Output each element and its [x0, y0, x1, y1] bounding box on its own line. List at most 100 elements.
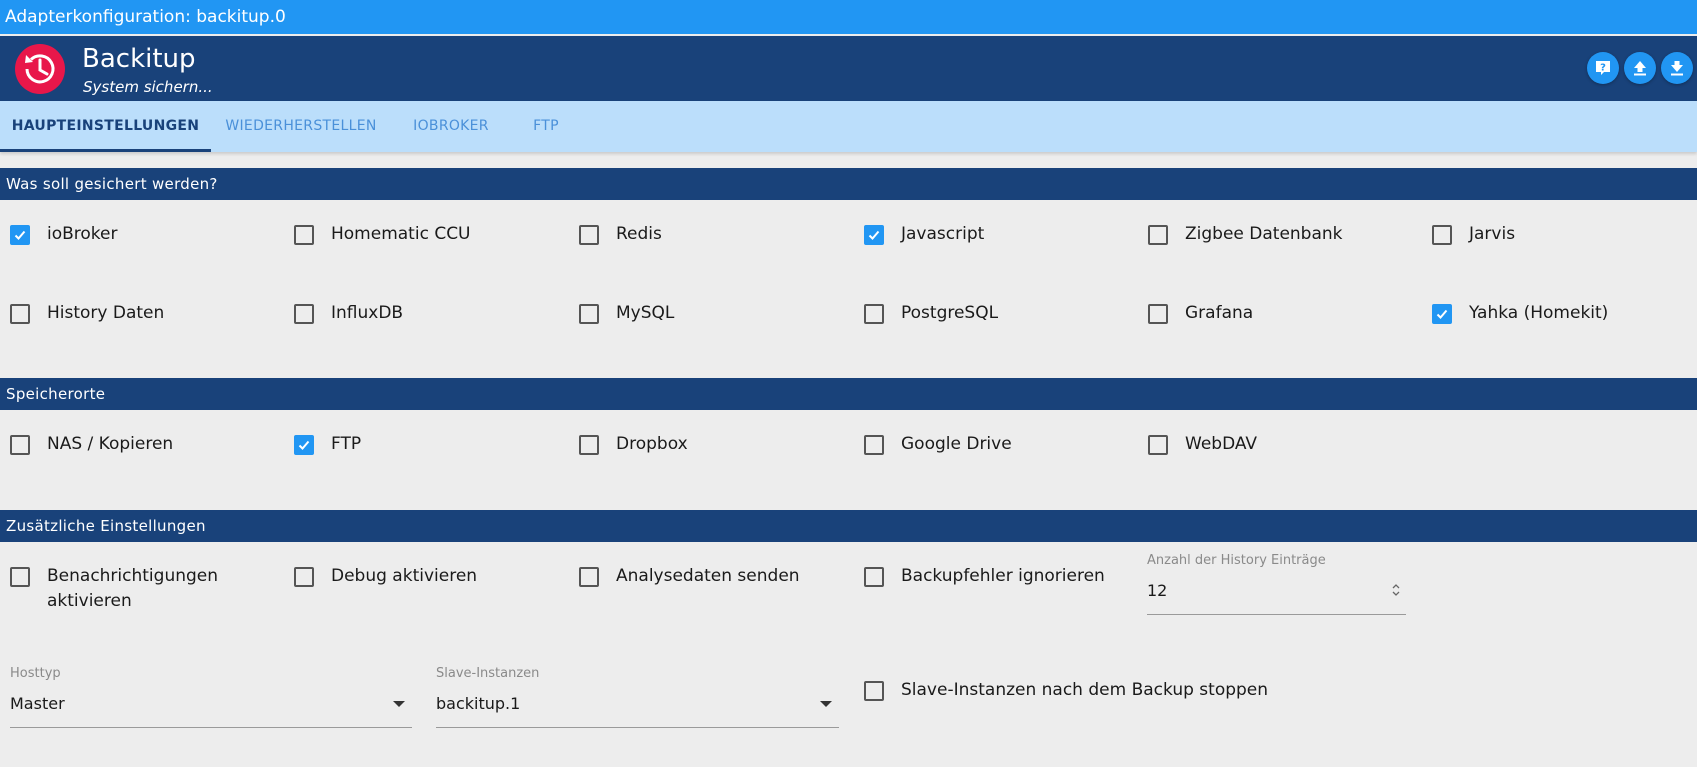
slave-instances-select[interactable]: backitup.1: [436, 694, 520, 713]
stop-slaves-label: Slave-Instanzen nach dem Backup stoppen: [901, 680, 1269, 700]
checkbox-label: Jarvis: [1469, 224, 1516, 244]
app-title: Backitup: [82, 44, 196, 74]
checkbox-label: MySQL: [616, 303, 675, 323]
checkbox-box: [294, 435, 314, 455]
section-extra-title: Zusätzliche Einstellungen: [0, 510, 1697, 542]
checkbox-ftp[interactable]: FTP: [294, 434, 362, 457]
checkbox-box: [10, 567, 30, 587]
chevron-down-icon[interactable]: [393, 701, 405, 707]
host-type-select[interactable]: Master: [10, 694, 65, 713]
checkbox-label: Google Drive: [901, 434, 1012, 454]
svg-text:?: ?: [1600, 63, 1606, 74]
tab-haupteinstellungen[interactable]: HAUPTEINSTELLUNGEN: [0, 101, 211, 152]
history-count-input[interactable]: [1147, 578, 1377, 602]
download-icon: [1671, 61, 1683, 76]
stop-slaves-checkbox[interactable]: Slave-Instanzen nach dem Backup stoppen: [864, 680, 1269, 703]
checkbox-label: InfluxDB: [331, 303, 404, 323]
help-button[interactable]: ?: [1587, 52, 1619, 84]
help-icon: ?: [1596, 61, 1610, 75]
checkbox-box: [294, 304, 314, 324]
ignore-errors-checkbox[interactable]: Backupfehler ignorieren: [864, 566, 1105, 589]
notifications-checkbox[interactable]: Benachrichtigungen aktivieren: [10, 564, 218, 614]
checkbox-box: [864, 435, 884, 455]
check-icon: [14, 230, 26, 240]
upload-config-button[interactable]: [1624, 52, 1656, 84]
checkbox-box: [864, 567, 884, 587]
upload-icon: [1634, 61, 1646, 76]
ignore-errors-label: Backupfehler ignorieren: [901, 566, 1105, 586]
checkbox-box: [1432, 304, 1452, 324]
checkbox-dropbox[interactable]: Dropbox: [579, 434, 688, 457]
debug-checkbox[interactable]: Debug aktivieren: [294, 566, 478, 589]
checkbox-label: History Daten: [47, 303, 165, 323]
checkbox-box: [579, 225, 599, 245]
window-title: Adapterkonfiguration: backitup.0: [0, 0, 1697, 34]
checkbox-label: Yahka (Homekit): [1469, 303, 1609, 323]
checkbox-box: [10, 304, 30, 324]
section-storage-title: Speicherorte: [0, 378, 1697, 410]
checkbox-jarvis[interactable]: Jarvis: [1432, 224, 1516, 247]
checkbox-box: [864, 304, 884, 324]
check-icon: [1436, 309, 1448, 319]
checkbox-label: Redis: [616, 224, 662, 244]
tab-bar: HAUPTEINSTELLUNGEN WIEDERHERSTELLEN IOBR…: [0, 101, 1697, 152]
section-backup-title: Was soll gesichert werden?: [0, 168, 1697, 200]
checkbox-mysql[interactable]: MySQL: [579, 303, 675, 326]
checkbox-zigbee-datenbank[interactable]: Zigbee Datenbank: [1148, 224, 1343, 247]
tab-wiederherstellen[interactable]: WIEDERHERSTELLEN: [211, 101, 391, 152]
checkbox-homematic-ccu[interactable]: Homematic CCU: [294, 224, 471, 247]
host-type-underline: [10, 727, 412, 728]
checkbox-grafana[interactable]: Grafana: [1148, 303, 1254, 326]
checkbox-label: Zigbee Datenbank: [1185, 224, 1343, 244]
checkbox-box: [864, 225, 884, 245]
checkbox-label: Grafana: [1185, 303, 1254, 323]
number-spinner-icon[interactable]: [1390, 582, 1402, 598]
notifications-label-line1: Benachrichtigungen: [47, 566, 219, 586]
checkbox-box: [10, 225, 30, 245]
checkbox-iobroker[interactable]: ioBroker: [10, 224, 118, 247]
checkbox-box: [294, 567, 314, 587]
checkbox-javascript[interactable]: Javascript: [864, 224, 985, 247]
checkbox-box: [1148, 435, 1168, 455]
checkbox-box: [579, 567, 599, 587]
checkbox-label: PostgreSQL: [901, 303, 999, 323]
slave-instances-label: Slave-Instanzen: [436, 666, 540, 681]
checkbox-box: [1432, 225, 1452, 245]
app-header: Backitup System sichern... ?: [0, 36, 1697, 101]
debug-label: Debug aktivieren: [331, 566, 478, 586]
analytics-label: Analysedaten senden: [616, 566, 800, 586]
checkbox-box: [294, 225, 314, 245]
checkbox-label: FTP: [331, 434, 362, 454]
checkbox-box: [579, 304, 599, 324]
checkbox-history-daten[interactable]: History Daten: [10, 303, 165, 326]
checkbox-box: [864, 681, 884, 701]
chevron-down-icon[interactable]: [820, 701, 832, 707]
app-subtitle: System sichern...: [83, 78, 213, 96]
history-clock-icon: [15, 44, 65, 94]
checkbox-webdav[interactable]: WebDAV: [1148, 434, 1258, 457]
notifications-label: Benachrichtigungen aktivieren: [47, 564, 218, 614]
checkbox-redis[interactable]: Redis: [579, 224, 662, 247]
checkbox-nas-kopieren[interactable]: NAS / Kopieren: [10, 434, 174, 457]
download-config-button[interactable]: [1661, 52, 1693, 84]
checkbox-google-drive[interactable]: Google Drive: [864, 434, 1012, 457]
check-icon: [868, 230, 880, 240]
notifications-label-line2: aktivieren: [47, 591, 132, 611]
checkbox-label: Javascript: [901, 224, 985, 244]
host-type-label: Hosttyp: [10, 666, 61, 681]
checkbox-box: [579, 435, 599, 455]
checkbox-yahka-homekit[interactable]: Yahka (Homekit): [1432, 303, 1609, 326]
checkbox-influxdb[interactable]: InfluxDB: [294, 303, 404, 326]
checkbox-label: WebDAV: [1185, 434, 1258, 454]
analytics-checkbox[interactable]: Analysedaten senden: [579, 566, 800, 589]
slave-instances-underline: [436, 727, 839, 728]
checkbox-box: [1148, 225, 1168, 245]
history-count-label: Anzahl der History Einträge: [1147, 553, 1326, 568]
checkbox-label: NAS / Kopieren: [47, 434, 174, 454]
tab-iobroker[interactable]: IOBROKER: [391, 101, 511, 152]
tab-ftp[interactable]: FTP: [511, 101, 581, 152]
checkbox-box: [1148, 304, 1168, 324]
checkbox-postgresql[interactable]: PostgreSQL: [864, 303, 999, 326]
checkbox-label: ioBroker: [47, 224, 118, 244]
checkbox-label: Homematic CCU: [331, 224, 471, 244]
